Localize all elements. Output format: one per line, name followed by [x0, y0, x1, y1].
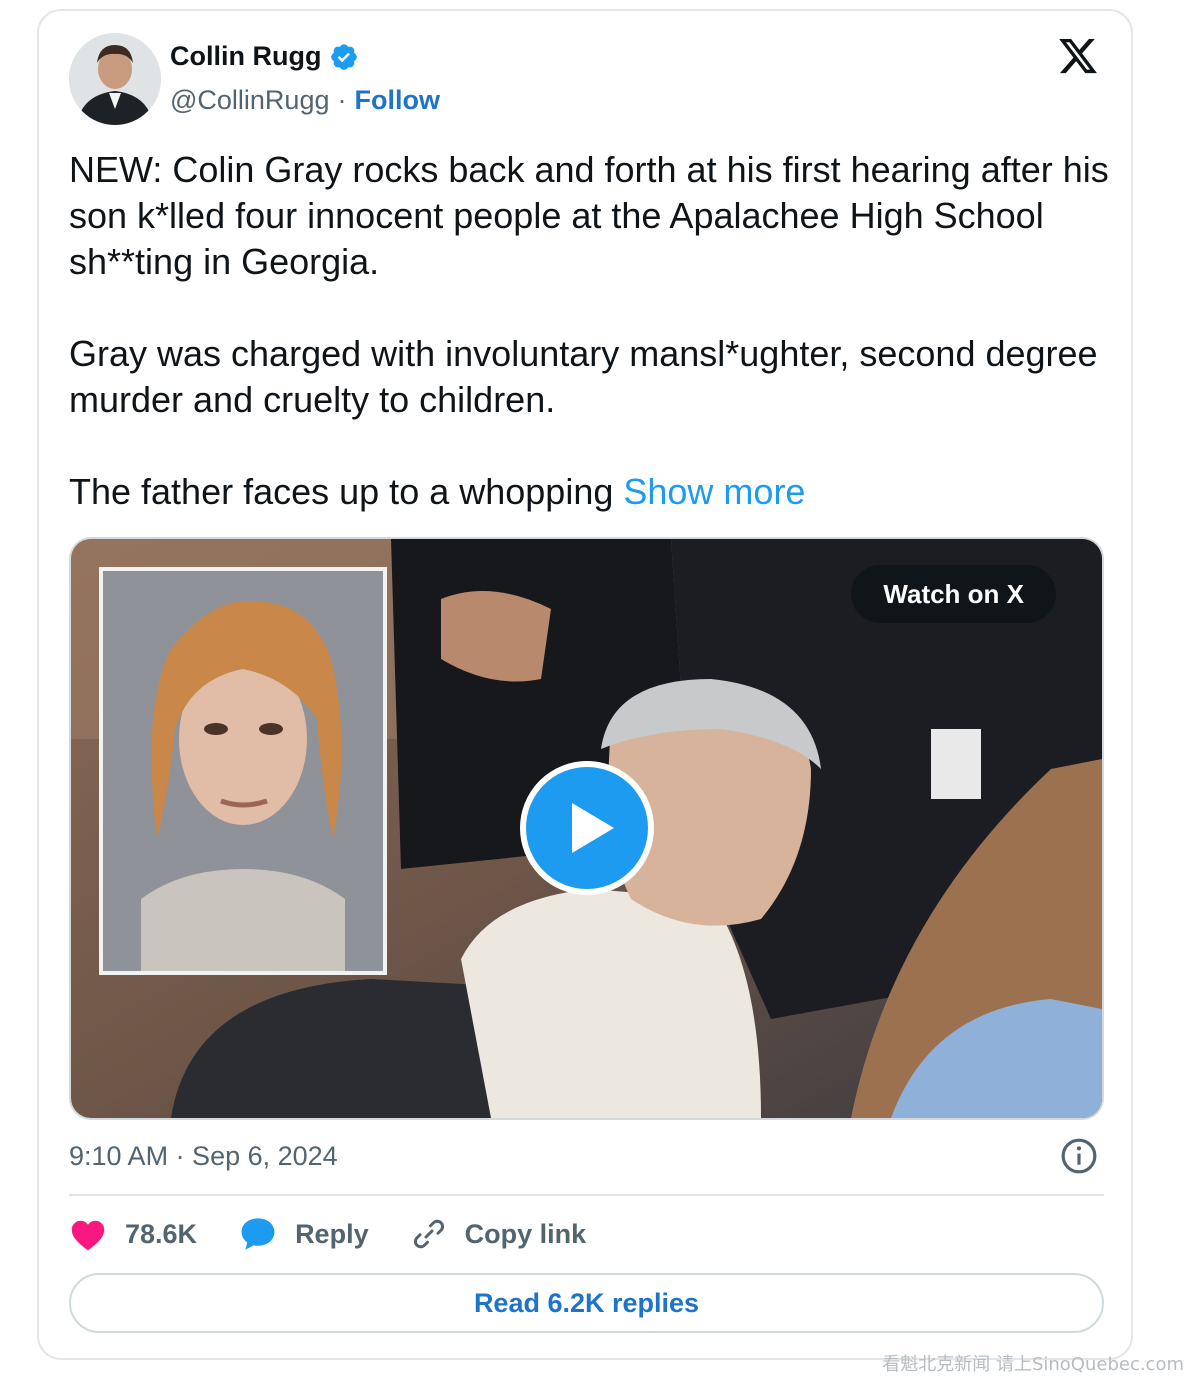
- author-display-name[interactable]: Collin Rugg: [170, 41, 321, 72]
- tweet-paragraph-1: NEW: Colin Gray rocks back and forth at …: [69, 149, 1109, 282]
- show-more-link[interactable]: Show more: [623, 471, 805, 512]
- divider: [69, 1194, 1104, 1196]
- avatar[interactable]: [69, 33, 161, 125]
- heart-icon: [71, 1220, 105, 1251]
- read-replies-button[interactable]: Read 6.2K replies: [69, 1273, 1104, 1333]
- like-count: 78.6K: [125, 1218, 198, 1249]
- tweet-paragraph-3: The father faces up to a whopping Show m…: [69, 469, 1109, 515]
- follow-button[interactable]: Follow: [354, 85, 439, 116]
- watch-on-x-button[interactable]: Watch on X: [851, 565, 1056, 623]
- author-handle-row: @CollinRugg · Follow: [170, 85, 440, 116]
- action-bar: 78.6K Reply Copy link: [69, 1210, 628, 1258]
- link-icon: [413, 1219, 444, 1249]
- watermark: 看魁北克新闻 请上SinoQuebec.com: [882, 1354, 1184, 1375]
- like-button[interactable]: 78.6K: [69, 1217, 197, 1251]
- copy-link-button[interactable]: Copy link: [411, 1216, 587, 1252]
- reply-button[interactable]: Reply: [239, 1216, 369, 1252]
- tweet-card: Collin Rugg @CollinRugg · Follow NEW: Co…: [37, 9, 1133, 1360]
- x-logo-icon[interactable]: [1057, 35, 1099, 77]
- play-icon: [572, 803, 614, 853]
- author-handle[interactable]: @CollinRugg: [170, 85, 329, 116]
- separator-dot: ·: [337, 85, 347, 115]
- tweet-paragraph-2: Gray was charged with involuntary mansl*…: [69, 333, 1098, 420]
- reply-label: Reply: [295, 1218, 369, 1249]
- play-button[interactable]: [520, 761, 654, 895]
- info-icon[interactable]: [1060, 1137, 1098, 1175]
- tweet-text: NEW: Colin Gray rocks back and forth at …: [69, 147, 1109, 515]
- verified-badge-icon: [331, 43, 358, 70]
- reply-icon: [241, 1218, 275, 1250]
- video-player[interactable]: Watch on X: [69, 537, 1104, 1120]
- copy-link-label: Copy link: [464, 1218, 587, 1249]
- tweet-timestamp[interactable]: 9:10 AM · Sep 6, 2024: [69, 1141, 338, 1172]
- author-name-row: Collin Rugg: [170, 41, 359, 72]
- tweet-paragraph-3-text: The father faces up to a whopping: [69, 471, 624, 512]
